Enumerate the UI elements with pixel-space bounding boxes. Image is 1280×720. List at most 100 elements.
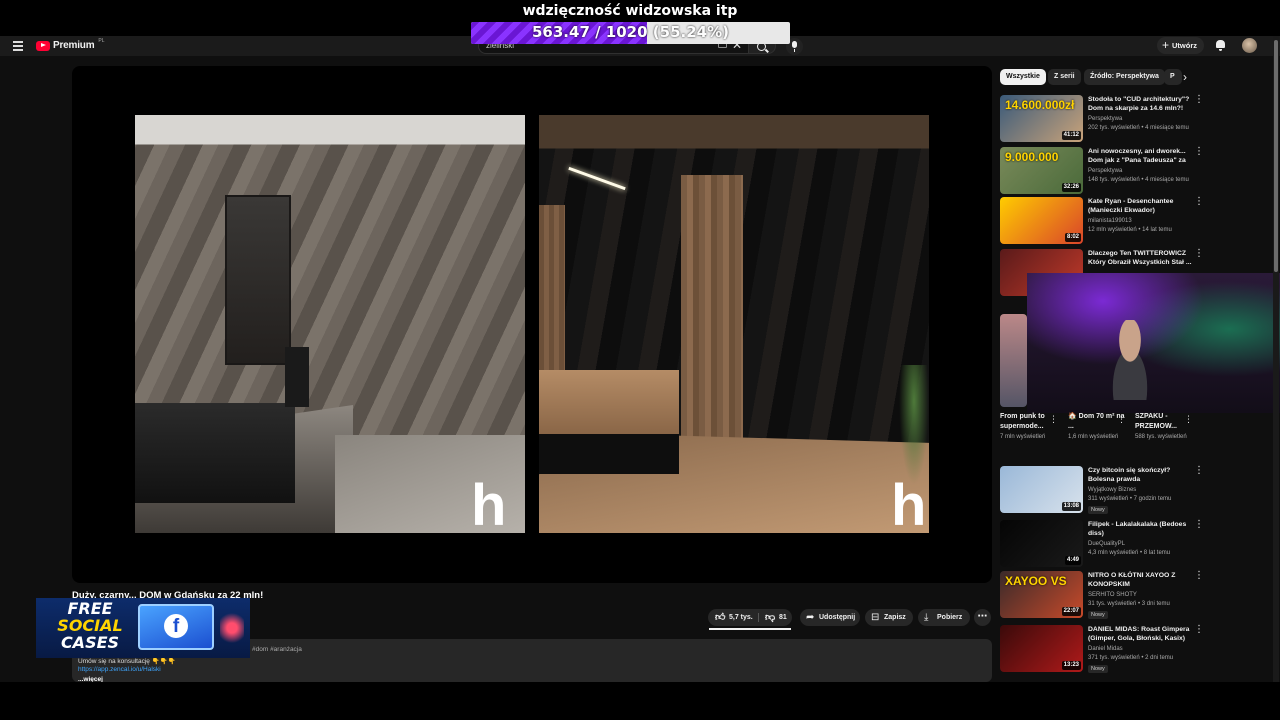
bathroom-photo-right: h <box>539 115 929 533</box>
more-options-icon[interactable]: ⋮ <box>1117 414 1126 425</box>
like-underline <box>709 628 791 630</box>
mirror <box>225 195 291 365</box>
chevron-right-icon[interactable]: › <box>1183 70 1187 84</box>
more-options-icon[interactable]: ⋮ <box>1194 520 1204 530</box>
bookmark-icon: ⊟ <box>871 612 880 623</box>
share-label: Udostępnij <box>819 614 856 621</box>
short-thumbnail[interactable] <box>1000 314 1027 407</box>
channel-name[interactable]: milanista199013 <box>1088 218 1132 224</box>
short-item[interactable]: SZPAKU - PRZEMOW... 588 tys. wyświetleń ⋮ <box>1135 412 1197 442</box>
recommendation-item[interactable]: 8:02 Kate Ryan - Desenchantee (Manieczki … <box>1000 197 1205 245</box>
save-button[interactable]: ⊟ Zapisz <box>865 609 913 626</box>
recommendation-item[interactable]: 14.600.000zł 41:12 Stodoła to "CUD archite… <box>1000 95 1205 143</box>
chip-1[interactable]: Z serii <box>1048 69 1081 85</box>
video-thumbnail[interactable]: 13:23 <box>1000 625 1083 672</box>
video-title[interactable]: NITRO O KŁÓTNI XAYOO Z KONOPSKIM <box>1088 571 1192 589</box>
description-hashtags[interactable]: #dom #aranżacja <box>252 646 302 653</box>
recommendation-item[interactable]: 13:08 Czy bitcoin się skończył? Bolesna p… <box>1000 466 1205 514</box>
video-title[interactable]: Ani nowoczesny, ani dworek... Dom jak z … <box>1088 147 1192 165</box>
video-title[interactable]: Stodoła to "CUD architektury"? Dom na sk… <box>1088 95 1192 113</box>
video-meta: 31 tys. wyświetleń • 3 dni temu <box>1088 601 1170 607</box>
video-title[interactable]: Filipek - Lakalakalaka (Bedoes diss) <box>1088 520 1192 538</box>
stream-bottom-bar <box>0 682 1280 720</box>
video-duration: 41:12 <box>1061 131 1081 140</box>
promo-line-2: SOCIAL <box>57 616 123 635</box>
video-duration: 13:08 <box>1061 502 1081 511</box>
wood-wall <box>681 175 743 475</box>
share-icon: ➦ <box>806 612 815 623</box>
video-thumbnail[interactable]: 14.600.000zł 41:12 <box>1000 95 1083 142</box>
short-views: 1,6 mln wyświetleń <box>1068 434 1119 440</box>
video-title[interactable]: Kate Ryan - Desenchantee (Manieczki Ekwa… <box>1088 197 1192 215</box>
more-options-icon[interactable]: ⋮ <box>1194 466 1204 476</box>
black-sink <box>135 403 295 503</box>
video-meta: 371 tys. wyświetleń • 2 dni temu <box>1088 655 1174 661</box>
short-item[interactable]: 🏠 Dom 70 m² na ... 1,6 mln wyświetleń ⋮ <box>1068 412 1130 442</box>
vanity-base <box>539 434 679 474</box>
video-thumbnail[interactable]: XAYOO VS 22:07 <box>1000 571 1083 618</box>
video-thumbnail[interactable]: 4:49 <box>1000 520 1083 567</box>
channel-name[interactable]: Daniel Midas <box>1088 646 1123 652</box>
channel-name[interactable]: Wyjątkowy Biznes <box>1088 487 1136 493</box>
chip-0[interactable]: Wszystkie <box>1000 69 1046 85</box>
promo-line-3: CASES <box>60 633 120 652</box>
channel-name[interactable]: Perspektywa <box>1088 168 1122 174</box>
more-options-icon[interactable]: ⋮ <box>1194 625 1204 635</box>
stream-goal-percent: (55.24%) <box>652 23 729 41</box>
youtube-premium-logo[interactable]: Premium PL <box>36 38 105 51</box>
create-label: Utwórz <box>1172 41 1198 50</box>
notifications-bell-icon[interactable] <box>1216 40 1225 51</box>
recommendation-item[interactable]: 13:23 DANIEL MIDAS: Roast Gimpera (Gimper… <box>1000 625 1205 673</box>
plus-icon: + <box>1162 38 1170 52</box>
facebook-icon: f <box>164 614 188 638</box>
promo-banner: FREE SOCIAL CASES f <box>36 598 250 658</box>
more-options-icon[interactable]: ⋮ <box>1184 414 1193 425</box>
short-item[interactable]: From punk to supermode... 7 mln wyświetle… <box>1000 412 1062 442</box>
video-thumbnail[interactable]: 8:02 <box>1000 197 1083 244</box>
led-light <box>568 166 626 191</box>
video-thumbnail[interactable]: 9.000.000 32:26 <box>1000 147 1083 194</box>
description-line: Umów się na konsultację 👇👇👇 <box>78 658 176 665</box>
channel-name[interactable]: Perspektywa <box>1088 116 1122 122</box>
recommendation-item[interactable]: 9.000.000 32:26 Ani nowoczesny, ani dworek… <box>1000 147 1205 195</box>
thumbnail-text: XAYOO VS <box>1005 574 1067 588</box>
create-button[interactable]: + Utwórz <box>1157 37 1204 54</box>
scrollbar-thumb[interactable] <box>1274 40 1278 272</box>
watermark-logo: h <box>471 479 507 533</box>
more-options-icon[interactable]: ⋮ <box>1049 414 1058 425</box>
menu-icon[interactable] <box>13 41 23 51</box>
video-player[interactable]: h h <box>72 66 992 583</box>
account-avatar[interactable] <box>1242 38 1257 53</box>
more-options-icon[interactable]: ⋮ <box>1194 249 1204 259</box>
recommendation-item[interactable]: 4:49 Filipek - Lakalakalaka (Bedoes diss)… <box>1000 520 1205 568</box>
dislike-count[interactable]: 81 <box>779 609 787 626</box>
video-thumbnail[interactable]: 13:08 <box>1000 466 1083 513</box>
download-label: Pobierz <box>937 614 963 621</box>
more-actions-button[interactable]: ⋯ <box>974 609 991 626</box>
thumbnail-text: 14.600.000zł <box>1005 98 1075 112</box>
logo-text: Premium <box>53 40 95 51</box>
channel-name[interactable]: SERHITO SHOTY <box>1088 592 1137 598</box>
video-title[interactable]: DANIEL MIDAS: Roast Gimpera (Gimper, Gol… <box>1088 625 1192 643</box>
more-options-icon[interactable]: ⋮ <box>1194 197 1204 207</box>
download-button[interactable]: ⤓ Pobierz <box>918 609 970 626</box>
download-icon: ⤓ <box>924 612 929 623</box>
like-icon[interactable]: 👍︎ <box>715 609 725 626</box>
like-dislike-group: 👍︎ 5,7 tys. 👎︎ 81 <box>708 609 792 626</box>
channel-name[interactable]: DueQualityPL <box>1088 541 1125 547</box>
video-title[interactable]: Czy bitcoin się skończył? Bolesna prawda <box>1088 466 1192 484</box>
new-badge: Nowy <box>1088 665 1108 673</box>
stream-goal-text: 563.47 / 1020 (55.24%) <box>471 23 790 41</box>
dislike-icon[interactable]: 👎︎ <box>765 609 775 626</box>
more-options-icon[interactable]: ⋮ <box>1194 95 1204 105</box>
chip-3[interactable]: P <box>1164 69 1182 85</box>
share-button[interactable]: ➦ Udostępnij <box>800 609 860 626</box>
description-link[interactable]: https://app.zencal.io/u/Halski <box>78 666 161 673</box>
recommendation-item[interactable]: XAYOO VS 22:07 NITRO O KŁÓTNI XAYOO Z KONO… <box>1000 571 1205 619</box>
chip-2[interactable]: Źródło: Perspektywa <box>1084 69 1165 85</box>
like-count[interactable]: 5,7 tys. <box>729 609 753 626</box>
more-options-icon[interactable]: ⋮ <box>1194 571 1204 581</box>
more-options-icon[interactable]: ⋮ <box>1194 147 1204 157</box>
watermark-logo-right: h <box>891 479 927 533</box>
video-title[interactable]: Dlaczego Ten TWITTEROWICZ Który Obraził … <box>1088 249 1192 267</box>
